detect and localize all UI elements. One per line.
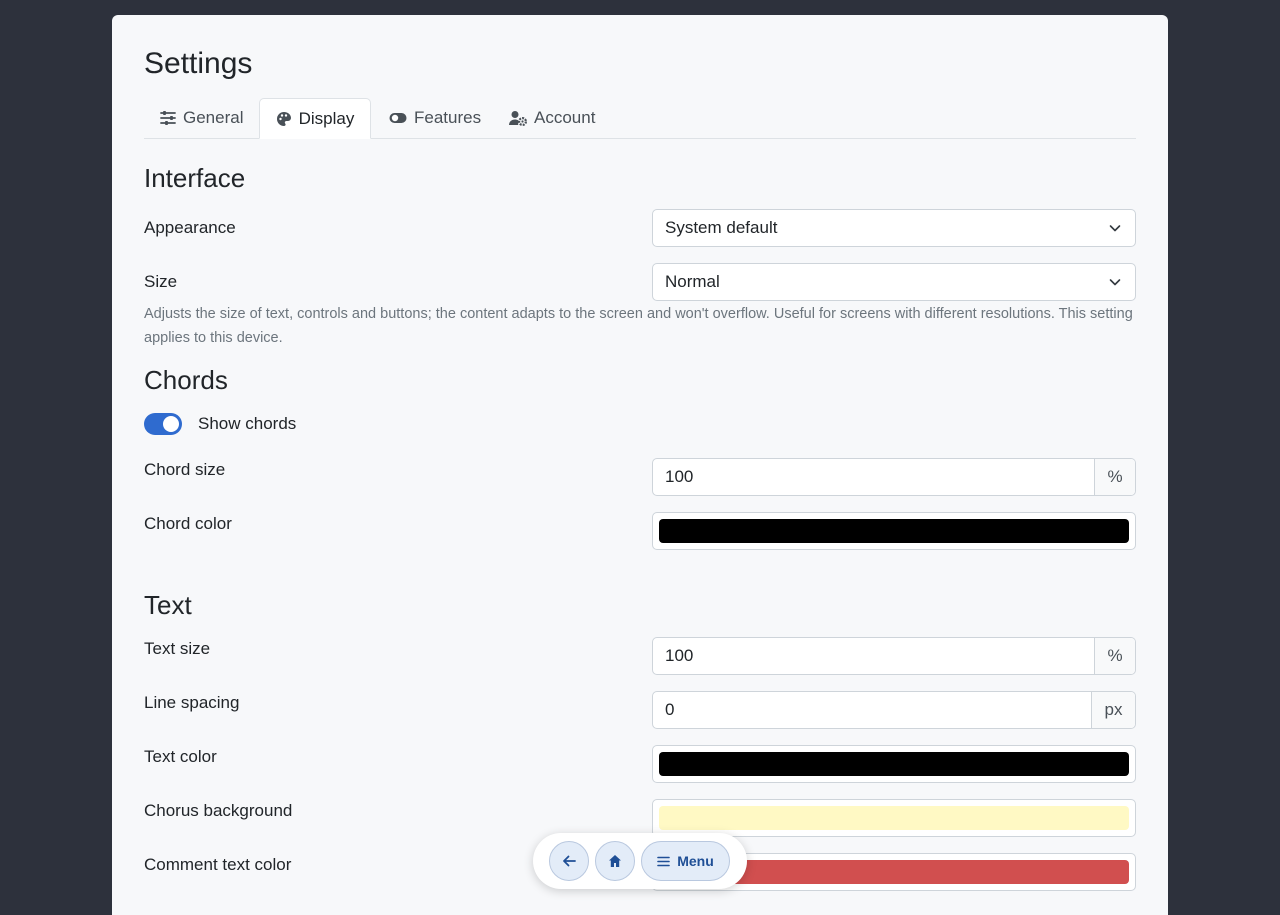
size-select[interactable]: Normal (652, 263, 1136, 301)
size-help-text: Adjusts the size of text, controls and b… (144, 306, 1133, 346)
chorus-background-swatch (659, 806, 1129, 830)
tab-account[interactable]: Account (509, 98, 595, 138)
settings-tabs: General Display Features Account (144, 98, 1136, 139)
chorus-background-picker[interactable] (652, 799, 1136, 837)
text-color-swatch (659, 752, 1129, 776)
line-spacing-label: Line spacing (144, 693, 240, 712)
chord-color-picker[interactable] (652, 512, 1136, 550)
text-size-unit: % (1094, 638, 1135, 674)
appearance-value: System default (665, 218, 778, 237)
tab-general-label: General (183, 108, 244, 127)
text-color-label: Text color (144, 747, 217, 766)
text-size-group: 100 % (652, 637, 1136, 675)
line-spacing-group: 0 px (652, 691, 1136, 729)
palette-icon (276, 111, 291, 126)
show-chords-toggle[interactable] (144, 413, 182, 435)
appearance-label: Appearance (144, 218, 236, 237)
floating-nav-bar: Menu (533, 833, 747, 889)
text-size-input[interactable]: 100 (653, 638, 1094, 674)
tab-features[interactable]: Features (389, 98, 481, 138)
chevron-down-icon (1109, 279, 1121, 286)
home-icon (609, 855, 621, 867)
section-title-interface: Interface (144, 163, 246, 193)
hamburger-icon (657, 856, 671, 866)
tab-display-label: Display (298, 108, 355, 128)
appearance-select[interactable]: System default (652, 209, 1136, 247)
text-color-picker[interactable] (652, 745, 1136, 783)
chord-size-group: 100 % (652, 458, 1136, 496)
chevron-down-icon (1109, 225, 1121, 232)
chord-color-swatch (659, 519, 1129, 543)
chord-size-input[interactable]: 100 (653, 459, 1094, 495)
line-spacing-input[interactable]: 0 (653, 692, 1091, 728)
home-button[interactable] (595, 841, 635, 881)
back-button[interactable] (549, 841, 589, 881)
chord-size-label: Chord size (144, 460, 226, 479)
toggle-knob (163, 416, 179, 432)
section-title-chords: Chords (144, 365, 228, 395)
menu-button[interactable]: Menu (641, 841, 730, 881)
chord-color-label: Chord color (144, 514, 232, 533)
chord-size-unit: % (1094, 459, 1135, 495)
arrow-left-icon (563, 855, 576, 867)
chorus-background-label: Chorus background (144, 801, 293, 820)
size-value: Normal (665, 272, 720, 291)
menu-button-label: Menu (677, 853, 714, 869)
sliders-icon (160, 111, 176, 125)
settings-panel: Settings General Display Features Accoun… (112, 15, 1168, 915)
tab-display[interactable]: Display (259, 98, 371, 139)
text-size-label: Text size (144, 639, 211, 658)
section-title-text: Text (144, 590, 192, 620)
show-chords-label: Show chords (198, 414, 297, 433)
show-chords-row: Show chords (144, 413, 296, 435)
page-title: Settings (144, 47, 253, 80)
line-spacing-unit: px (1091, 692, 1135, 728)
tab-features-label: Features (414, 108, 482, 127)
tab-general[interactable]: General (160, 98, 243, 138)
comment-text-color-label: Comment text color (144, 855, 292, 874)
user-gear-icon (509, 111, 527, 126)
size-label: Size (144, 272, 178, 291)
tab-account-label: Account (534, 108, 596, 127)
toggle-icon (389, 113, 407, 123)
